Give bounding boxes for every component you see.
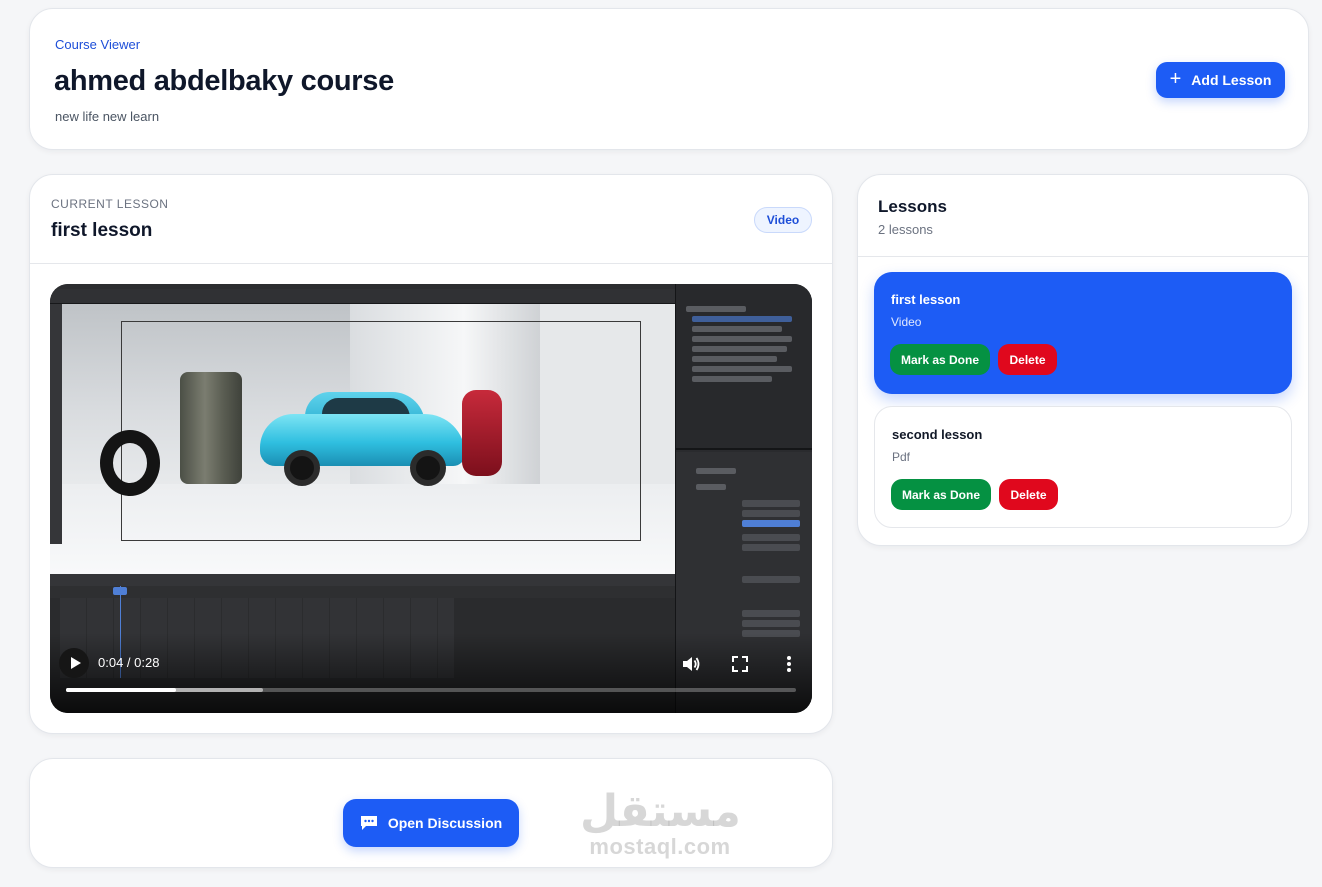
- prop-field: [742, 500, 800, 507]
- video-controls-overlay: [50, 633, 812, 713]
- fullscreen-icon[interactable]: [732, 656, 748, 672]
- car-wheel: [284, 450, 320, 486]
- lessons-title: Lessons: [878, 197, 947, 216]
- divider: [858, 256, 1308, 257]
- lesson-type-badge: Video: [754, 207, 812, 233]
- mark-as-done-button[interactable]: Mark as Done: [891, 479, 991, 510]
- lesson-item-title: first lesson: [891, 292, 961, 307]
- timeline-header: [50, 574, 675, 586]
- outliner-row: [692, 366, 792, 372]
- outliner-row: [692, 336, 792, 342]
- course-header: Course Viewer ahmed abdelbaky course new…: [29, 8, 1309, 150]
- prop-field: [742, 520, 800, 527]
- lesson-item-type: Video: [891, 315, 922, 329]
- prop-field: [742, 610, 800, 617]
- video-progress: [66, 688, 176, 692]
- scene-motorcycle: [462, 390, 502, 476]
- scene-tire: [100, 430, 160, 496]
- outliner-row: [692, 316, 792, 322]
- car-wheel: [410, 450, 446, 486]
- video-seek-bar[interactable]: [66, 688, 796, 692]
- prop-row: [696, 468, 736, 474]
- prop-field: [742, 576, 800, 583]
- lesson-item-title: second lesson: [892, 427, 983, 442]
- scene-car: [260, 392, 465, 487]
- current-lesson-title: first lesson: [51, 220, 153, 241]
- watermark: مستقل mostaql.com: [580, 786, 741, 860]
- volume-icon[interactable]: [682, 656, 700, 672]
- open-discussion-label: Open Discussion: [387, 815, 503, 831]
- divider: [30, 263, 832, 264]
- lessons-panel: Lessons 2 lessons first lesson Video Mar…: [857, 174, 1309, 546]
- prop-field: [742, 534, 800, 541]
- timeline-cursor-tag: [113, 587, 127, 595]
- current-lesson-label: CURRENT LESSON: [51, 197, 169, 211]
- play-button[interactable]: [59, 648, 89, 678]
- outliner: [676, 284, 812, 450]
- video-frame-toolbar: [50, 289, 675, 303]
- prop-row: [696, 484, 726, 490]
- video-frame-toolbox: [50, 304, 62, 544]
- plus-icon: +: [1169, 68, 1182, 90]
- lessons-count: 2 lessons: [878, 222, 933, 237]
- outliner-row: [686, 306, 746, 312]
- watermark-arabic: مستقل: [580, 786, 741, 837]
- delete-button[interactable]: Delete: [999, 479, 1058, 510]
- video-player[interactable]: 0:04 / 0:28: [50, 284, 812, 713]
- breadcrumb[interactable]: Course Viewer: [55, 37, 140, 52]
- course-title: ahmed abdelbaky course: [54, 65, 394, 97]
- lesson-item-first[interactable]: first lesson Video Mark as Done Delete: [874, 272, 1292, 394]
- prop-field: [742, 510, 800, 517]
- video-frame-viewport: [50, 304, 675, 574]
- chat-icon: [360, 816, 377, 830]
- course-subtitle: new life new learn: [55, 109, 160, 124]
- mark-as-done-button[interactable]: Mark as Done: [890, 344, 990, 375]
- prop-field: [742, 620, 800, 627]
- outliner-row: [692, 376, 772, 382]
- outliner-row: [692, 346, 787, 352]
- prop-field: [742, 544, 800, 551]
- outliner-row: [692, 356, 777, 362]
- timeline-ruler: [50, 586, 675, 598]
- add-lesson-button[interactable]: + Add Lesson: [1156, 62, 1285, 98]
- current-lesson-card: CURRENT LESSON first lesson Video 0:04 /…: [29, 174, 833, 734]
- lesson-item-type: Pdf: [892, 450, 911, 464]
- lesson-item-second[interactable]: second lesson Pdf Mark as Done Delete: [874, 406, 1292, 528]
- scene-barrel: [180, 372, 242, 484]
- watermark-latin: mostaql.com: [589, 834, 731, 859]
- more-vert-icon[interactable]: [781, 655, 797, 673]
- delete-button[interactable]: Delete: [998, 344, 1057, 375]
- outliner-row: [692, 326, 782, 332]
- add-lesson-label: Add Lesson: [1191, 72, 1272, 88]
- play-icon: [70, 657, 81, 669]
- video-time: 0:04 / 0:28: [98, 655, 160, 670]
- open-discussion-button[interactable]: Open Discussion: [343, 799, 519, 847]
